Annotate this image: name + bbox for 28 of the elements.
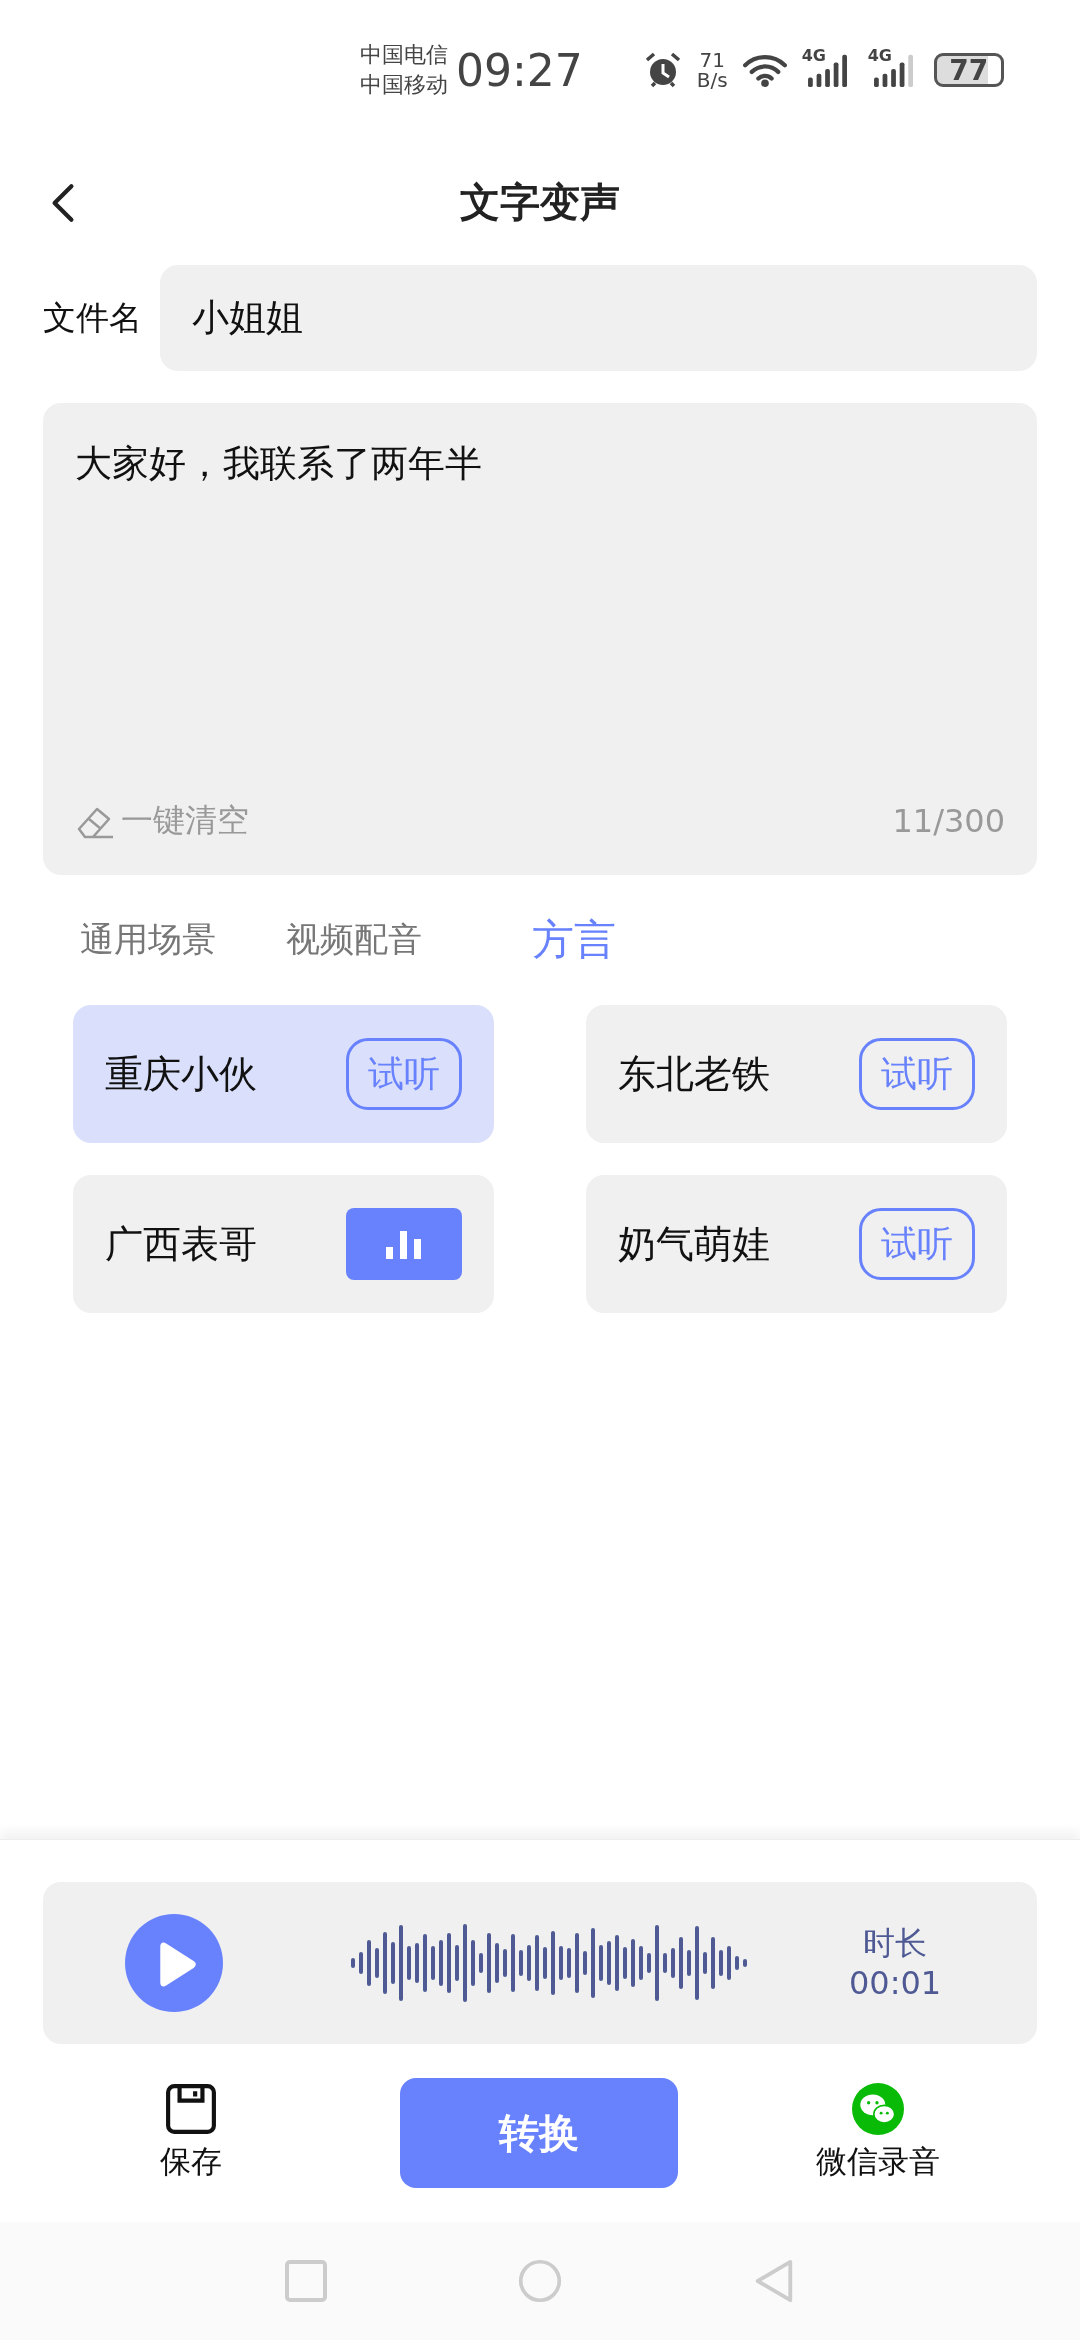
category-tab[interactable]: 通用场景	[80, 917, 216, 963]
network-speed-unit: B/s	[696, 70, 728, 90]
voice-name: 重庆小伙	[105, 1050, 257, 1098]
network-type: 4G	[801, 47, 826, 65]
voice-name: 东北老铁	[618, 1050, 770, 1098]
voice-card[interactable]: 奶气萌娃 试听	[586, 1175, 1007, 1313]
status-time: 09:27	[456, 44, 583, 96]
duration-value: 00:01	[849, 1963, 942, 2003]
wechat-record-label[interactable]: 微信录音	[816, 2141, 940, 2183]
filename-field[interactable]: 小姐姐	[160, 265, 1037, 371]
voice-name: 奶气萌娃	[618, 1220, 770, 1268]
character-count: 11/300	[892, 802, 1005, 840]
voice-card[interactable]: 东北老铁 试听	[586, 1005, 1007, 1143]
text-input-value: 大家好，我联系了两年半	[75, 441, 483, 487]
network-type: 4G	[867, 47, 892, 65]
save-label[interactable]: 保存	[160, 2141, 222, 2183]
voice-card[interactable]: 广西表哥	[73, 1175, 494, 1313]
battery-indicator: 77	[933, 53, 1004, 87]
voice-name: 广西表哥	[105, 1220, 257, 1268]
duration-label: 时长	[863, 1923, 928, 1963]
category-tab[interactable]: 视频配音	[286, 917, 422, 963]
page-title: 文字变声	[460, 178, 620, 227]
filename-label: 文件名	[43, 296, 142, 339]
text-input-field[interactable]: 大家好，我联系了两年半 一键清空 11/300	[43, 403, 1037, 875]
voice-card[interactable]: 重庆小伙 试听	[73, 1005, 494, 1143]
carrier-name: 中国电信	[360, 41, 448, 69]
carrier-name: 中国移动	[360, 71, 448, 99]
network-speed-value: 71	[699, 50, 725, 70]
